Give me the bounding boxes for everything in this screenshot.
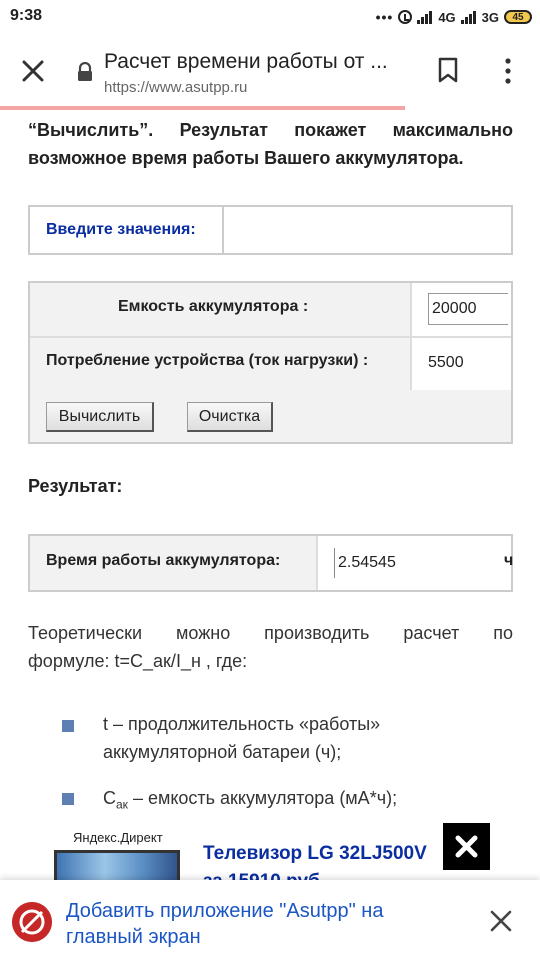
runtime-label: Время работы аккумулятора: <box>46 552 281 569</box>
list-bullet-icon <box>62 793 74 805</box>
signal-icon <box>417 10 433 24</box>
formula-paragraph: Теоретически можно производить расчет по… <box>28 619 513 675</box>
enter-values-label: Введите значения: <box>46 221 196 238</box>
ad-source-label[interactable]: Яндекс.Директ <box>73 830 163 845</box>
result-box: Время работы аккумулятора: 2.54545 ч <box>28 534 513 592</box>
network-type-1: 4G <box>438 9 456 25</box>
clear-button[interactable]: Очистка <box>187 402 273 432</box>
signal-icon <box>460 10 477 24</box>
page-title: Расчет времени работы от ... <box>104 50 388 73</box>
consumption-label: Потребление устройства (ток нагрузки) : <box>46 352 369 369</box>
list-item: t – продолжительность «работы» аккумулят… <box>103 714 381 762</box>
page-url: https://www.asutpp.ru <box>104 79 248 96</box>
calculator-form: Емкость аккумулятора : Потребление устро… <box>28 281 513 444</box>
more-options-icon[interactable] <box>498 56 518 86</box>
network-type-2: 3G <box>481 9 499 25</box>
capacity-label: Емкость аккумулятора : <box>118 298 309 315</box>
list-item-text: – емкость аккумулятора (мА*ч); <box>127 788 398 808</box>
consumption-cell <box>412 338 511 390</box>
formula-line: Теоретически можно производить расчет по <box>28 623 513 643</box>
intro-text: “Вычислить”. Результат покажет максималь… <box>28 116 513 172</box>
ad-title-line[interactable]: за 15910 руб <box>203 868 427 880</box>
lock-icon <box>78 62 92 81</box>
runtime-output[interactable]: 2.54545 <box>334 548 484 578</box>
intro-line: “Вычислить”. Результат покажет максималь… <box>28 120 513 140</box>
alarm-icon <box>398 10 413 24</box>
ad-close-button[interactable] <box>443 823 490 870</box>
ad-title-link[interactable]: Телевизор LG 32LJ500V за 15910 руб <box>203 840 427 880</box>
add-app-text[interactable]: Добавить приложение "Asutpp" на главный … <box>66 898 436 950</box>
list-item: Cак – емкость аккумулятора (мА*ч); <box>103 784 503 819</box>
intro-line: возможное время работы Вашего аккумулято… <box>28 148 464 168</box>
status-icons: ••• 4G 3G 45 <box>376 8 532 26</box>
capacity-cell <box>412 283 511 336</box>
status-time: 9:38 <box>10 7 43 24</box>
runtime-cell: 2.54545 ч <box>318 536 514 590</box>
enter-values-header: Введите значения: <box>28 205 513 255</box>
close-icon[interactable] <box>18 56 48 86</box>
list-item-subscript: ак <box>116 797 128 812</box>
custom-tab-toolbar: Расчет времени работы от ... https://www… <box>0 34 540 108</box>
bookmark-icon[interactable] <box>436 56 460 84</box>
app-logo-icon <box>12 902 52 942</box>
divider <box>222 207 224 253</box>
calculate-button[interactable]: Вычислить <box>46 402 154 432</box>
ad-title-line[interactable]: Телевизор LG 32LJ500V <box>203 840 427 868</box>
list-bullet-icon <box>62 720 74 732</box>
consumption-input[interactable] <box>428 350 508 376</box>
list-item-symbol: C <box>103 788 116 808</box>
formula-line: формуле: t=C_ак/I_н , где: <box>28 651 248 671</box>
result-heading: Результат: <box>28 476 123 496</box>
add-to-homescreen-banner: Добавить приложение "Asutpp" на главный … <box>0 880 540 960</box>
page-content: “Вычислить”. Результат покажет максималь… <box>0 110 540 880</box>
status-bar: 9:38 ••• 4G 3G 45 <box>0 0 540 34</box>
ad-image[interactable] <box>54 850 180 880</box>
battery-icon: 45 <box>504 10 532 24</box>
close-icon[interactable] <box>488 908 514 934</box>
runtime-unit: ч <box>504 552 514 569</box>
close-icon <box>455 835 478 858</box>
more-notifications-icon: ••• <box>375 9 394 25</box>
capacity-input[interactable] <box>428 293 508 325</box>
